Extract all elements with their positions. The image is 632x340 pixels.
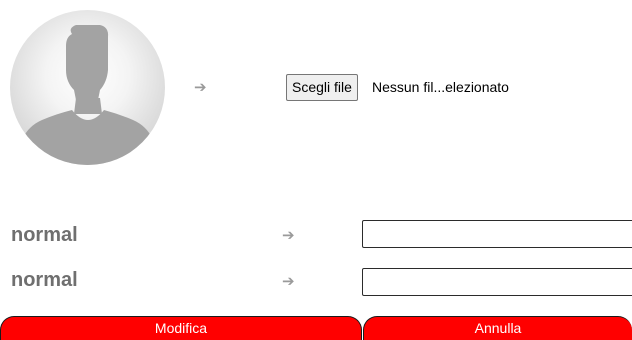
file-status-text: Nessun fil...elezionato (372, 79, 509, 95)
choose-file-button[interactable]: Scegli file (286, 74, 358, 101)
field-label: normal (11, 224, 78, 246)
arrow-right-icon: ➔ (194, 78, 207, 96)
avatar (10, 10, 165, 165)
arrow-right-icon: ➔ (282, 226, 295, 244)
text-field-1[interactable] (362, 220, 632, 248)
modify-button[interactable]: Modifica (0, 316, 362, 340)
cancel-button[interactable]: Annulla (363, 316, 632, 340)
text-field-2[interactable] (362, 268, 632, 296)
profile-edit-form: ➔ Scegli file Nessun fil...elezionato no… (0, 0, 632, 340)
field-label: normal (11, 269, 78, 291)
arrow-right-icon: ➔ (282, 272, 295, 290)
user-silhouette-icon (16, 25, 159, 165)
